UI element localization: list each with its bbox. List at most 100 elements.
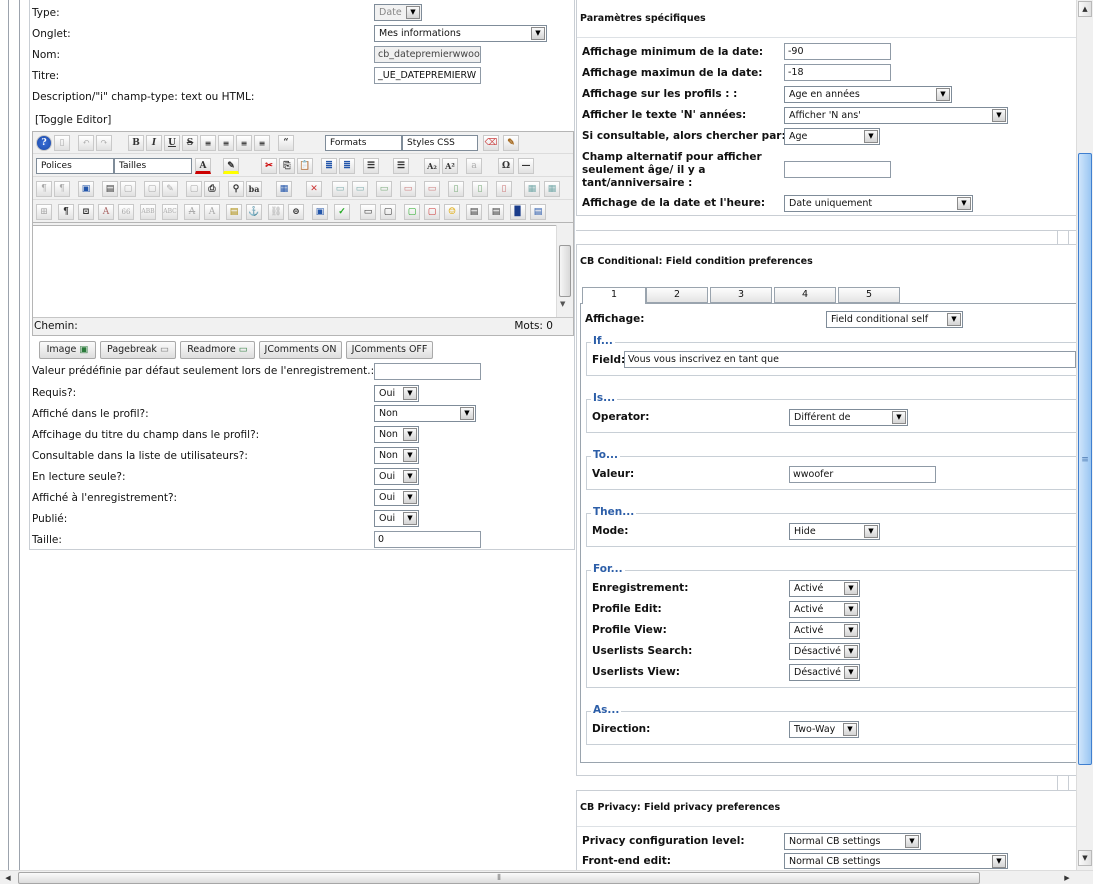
undo-icon[interactable]: ↶ (78, 135, 94, 151)
col-after-icon[interactable]: ▯ (472, 181, 488, 197)
taille-field[interactable]: 0 (374, 531, 481, 548)
align-left-icon[interactable]: ≡ (236, 135, 252, 151)
eraser-icon[interactable]: ⌫ (483, 135, 499, 151)
indent-icon[interactable]: ≣ (321, 158, 337, 174)
valeur-field[interactable]: wwoofer (789, 466, 936, 483)
min-date-field[interactable]: -90 (784, 43, 891, 60)
abbr-icon[interactable]: ABB (140, 204, 156, 220)
italic-icon[interactable]: I (146, 135, 162, 151)
onglet-select[interactable]: Mes informations ▼ (374, 25, 547, 42)
insert-row-icon[interactable]: ▭ (376, 181, 392, 197)
titre-field[interactable]: _UE_DATEPREMIERW (374, 67, 481, 84)
tab-1[interactable]: 1 (582, 287, 646, 304)
spellcheck-icon[interactable]: ✓ (334, 204, 350, 220)
privacy-level-select[interactable]: Normal CB settings ▼ (784, 833, 921, 850)
attribs-icon[interactable]: ▤ (226, 204, 242, 220)
acronym-icon[interactable]: ABC (162, 204, 178, 220)
blockquote-icon[interactable]: “ (278, 135, 294, 151)
pagebreak-button[interactable]: Pagebreak ▭ (100, 341, 176, 359)
ordered-list-icon[interactable]: ☰ (363, 158, 379, 174)
userlists-search-select[interactable]: Désactivé ▼ (789, 643, 860, 660)
del-icon[interactable]: A (184, 204, 200, 220)
alt-field-input[interactable] (784, 161, 891, 178)
quote-icon[interactable]: 66 (118, 204, 134, 220)
operator-select[interactable]: Différent de ▼ (789, 409, 908, 426)
save-icon[interactable]: ▉ (510, 204, 526, 220)
align-right-icon[interactable]: ≡ (254, 135, 270, 151)
insert-date-icon[interactable]: ▤ (466, 204, 482, 220)
scroll-up-icon[interactable]: ▲ (1078, 1, 1092, 17)
paste-icon[interactable]: 📋 (297, 158, 313, 174)
tab-2[interactable]: 2 (646, 287, 708, 303)
profil-select[interactable]: Non ▼ (374, 405, 476, 422)
image-icon[interactable]: ▣ (312, 204, 328, 220)
layer-icon[interactable]: ▤ (102, 181, 118, 197)
cut-icon[interactable]: ✂ (261, 158, 277, 174)
ltr-icon[interactable]: ¶ (36, 181, 52, 197)
scroll-left-icon[interactable]: ◀ (1, 872, 15, 884)
for-enregistrement-select[interactable]: Activé ▼ (789, 580, 860, 597)
date-heure-select[interactable]: Date uniquement ▼ (784, 195, 973, 212)
new-doc-icon[interactable]: ▯ (54, 135, 70, 151)
scroll-right-icon[interactable]: ▶ (1060, 872, 1074, 884)
text-color-icon[interactable]: A (195, 158, 211, 174)
horizontal-scrollbar[interactable]: ◀ ⦀ ▶ (0, 870, 1093, 884)
nonbreaking-icon[interactable]: ⊡ (78, 204, 94, 220)
styleprops-icon[interactable]: A (98, 204, 114, 220)
consultable-select[interactable]: Non ▼ (374, 447, 419, 464)
fonts-select[interactable]: Polices (36, 158, 114, 174)
tab-3[interactable]: 3 (710, 287, 772, 303)
enregistrement-select[interactable]: Oui ▼ (374, 489, 419, 506)
insert-image-icon[interactable]: ▢ (404, 204, 420, 220)
newdocument-icon[interactable]: ▤ (530, 204, 546, 220)
unlink-icon[interactable]: ⊝ (288, 204, 304, 220)
fullscreen-icon[interactable]: ▢ (380, 204, 396, 220)
userlists-view-select[interactable]: Désactivé ▼ (789, 664, 860, 681)
delete-table-icon[interactable]: ✕ (306, 181, 322, 197)
toggle-editor-link[interactable]: [Toggle Editor] (35, 113, 111, 127)
texte-n-select[interactable]: Afficher 'N ans' ▼ (784, 107, 1008, 124)
tab-5[interactable]: 5 (838, 287, 900, 303)
profile-view-select[interactable]: Activé ▼ (789, 622, 860, 639)
jcomments-on-button[interactable]: JComments ON (259, 341, 342, 359)
tab-4[interactable]: 4 (774, 287, 836, 303)
formats-select[interactable]: Formats (325, 135, 402, 151)
affichage-select[interactable]: Field conditional self ▼ (826, 311, 963, 328)
col-before-icon[interactable]: ▯ (448, 181, 464, 197)
find-icon[interactable]: ⚲ (228, 181, 244, 197)
pagebreak-icon[interactable]: ▭ (360, 204, 376, 220)
titre-profil-select[interactable]: Non ▼ (374, 426, 419, 443)
image-button[interactable]: Image ▣ (39, 341, 96, 359)
special-icon[interactable]: a (466, 158, 482, 174)
search-by-select[interactable]: Age ▼ (784, 128, 880, 145)
subscript-icon[interactable]: A₂ (424, 158, 440, 174)
highlight-icon[interactable]: ✎ (223, 158, 239, 174)
sizes-select[interactable]: Tailles (114, 158, 192, 174)
bullet-list-icon[interactable]: ☰ (393, 158, 409, 174)
frontend-edit-select[interactable]: Normal CB settings ▼ (784, 853, 1008, 869)
superscript-icon[interactable]: A² (442, 158, 458, 174)
ins-icon[interactable]: A (204, 204, 220, 220)
link-icon[interactable]: ⛓ (268, 204, 284, 220)
rtl-icon[interactable]: ¶ (54, 181, 70, 197)
remove-image-icon[interactable]: ▢ (424, 204, 440, 220)
vertical-scrollbar[interactable]: ▲ ≡ ▼ (1076, 0, 1093, 870)
chevron-down-icon[interactable]: ▼ (560, 300, 565, 308)
doc-icon[interactable]: ▢ (144, 181, 160, 197)
omega-icon[interactable]: Ω (498, 158, 514, 174)
profils-select[interactable]: Age en années ▼ (784, 86, 952, 103)
max-date-field[interactable]: -18 (784, 64, 891, 81)
help-icon[interactable]: ? (36, 135, 52, 151)
redo-icon[interactable]: ↷ (96, 135, 112, 151)
bold-icon[interactable]: B (128, 135, 144, 151)
editor-scrollbar[interactable]: ▼ (556, 225, 573, 317)
preview-icon[interactable]: ▢ (186, 181, 202, 197)
scroll-thumb[interactable]: ≡ (1078, 153, 1092, 765)
edit-icon[interactable]: ✎ (162, 181, 178, 197)
styles-select[interactable]: Styles CSS (402, 135, 478, 151)
align-center-icon[interactable]: ≡ (218, 135, 234, 151)
template-icon[interactable]: ▢ (120, 181, 136, 197)
split-row-icon[interactable]: ▭ (424, 181, 440, 197)
scroll-down-icon[interactable]: ▼ (1078, 850, 1092, 866)
row-before-icon[interactable]: ▭ (332, 181, 348, 197)
